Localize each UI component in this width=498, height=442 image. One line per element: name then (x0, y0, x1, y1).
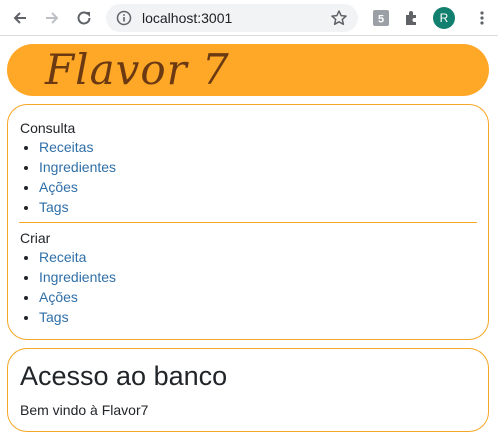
list-item: Ingredientes (39, 267, 116, 287)
list-item: Receita (39, 247, 116, 267)
list-item: Tags (39, 197, 116, 217)
list-item: Receitas (39, 137, 116, 157)
navigation-card: Consulta Receitas Ingredientes Ações Tag… (7, 104, 489, 340)
address-bar[interactable]: localhost:3001 (106, 4, 358, 32)
criar-heading: Criar (20, 230, 51, 246)
info-icon[interactable] (116, 10, 132, 26)
welcome-text: Bem vindo à Flavor7 (20, 402, 149, 418)
brand-logo-text[interactable]: Flavor 7 (45, 46, 230, 94)
bookmark-star-icon[interactable] (330, 9, 348, 27)
welcome-title: Acesso ao banco (20, 361, 228, 391)
link-consulta-acoes[interactable]: Ações (39, 179, 78, 195)
list-item: Ações (39, 177, 116, 197)
section-divider (19, 222, 477, 223)
html5-extension-icon[interactable]: 5 (369, 6, 393, 30)
welcome-card: Acesso ao banco Bem vindo à Flavor7 (7, 348, 489, 432)
list-item: Ingredientes (39, 157, 116, 177)
link-consulta-ingredientes[interactable]: Ingredientes (39, 159, 116, 175)
link-criar-tags[interactable]: Tags (39, 309, 69, 325)
back-arrow-icon[interactable] (8, 6, 32, 30)
link-criar-receita[interactable]: Receita (39, 249, 86, 265)
svg-text:5: 5 (378, 14, 384, 26)
extensions-puzzle-icon[interactable] (400, 6, 424, 30)
link-criar-acoes[interactable]: Ações (39, 289, 78, 305)
reload-icon[interactable] (72, 6, 96, 30)
profile-avatar[interactable]: R (433, 7, 455, 29)
link-criar-ingredientes[interactable]: Ingredientes (39, 269, 116, 285)
consulta-links: Receitas Ingredientes Ações Tags (20, 137, 116, 217)
link-consulta-tags[interactable]: Tags (39, 199, 69, 215)
list-item: Ações (39, 287, 116, 307)
menu-kebab-icon[interactable] (470, 6, 494, 30)
brand-header: Flavor 7 (7, 44, 489, 96)
criar-links: Receita Ingredientes Ações Tags (20, 247, 116, 327)
link-consulta-receitas[interactable]: Receitas (39, 139, 93, 155)
consulta-heading: Consulta (20, 120, 76, 136)
browser-toolbar: localhost:3001 5 R (0, 0, 498, 36)
url-text[interactable]: localhost:3001 (142, 10, 232, 26)
list-item: Tags (39, 307, 116, 327)
forward-arrow-icon[interactable] (40, 6, 64, 30)
